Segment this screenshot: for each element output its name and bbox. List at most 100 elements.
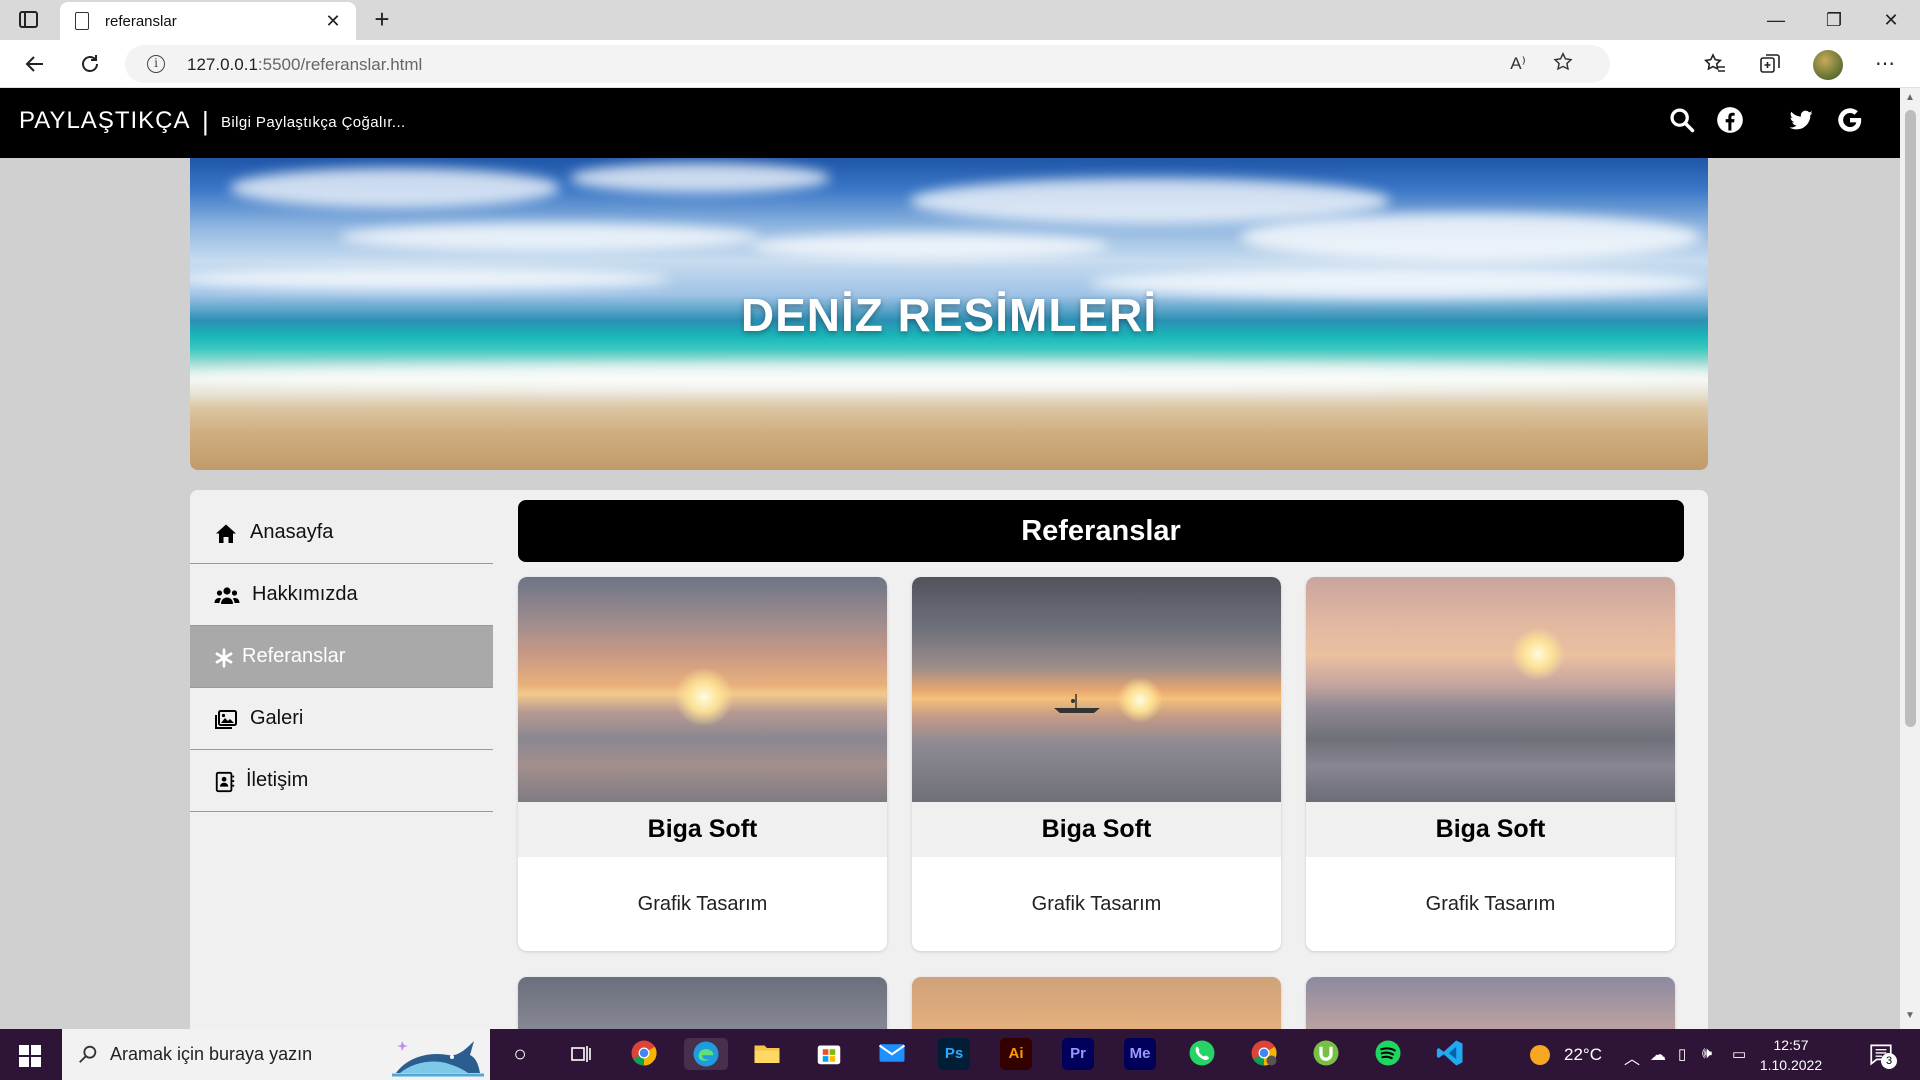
facebook-icon[interactable]	[1716, 106, 1746, 136]
restore-button[interactable]: ❐	[1805, 0, 1863, 40]
site-info-icon[interactable]: i	[147, 55, 165, 73]
new-tab-button[interactable]: +	[367, 4, 397, 34]
scroll-up-icon[interactable]: ▲	[1904, 92, 1916, 106]
sidebar-item-label: Hakkımızda	[252, 583, 358, 605]
search-highlight-whale-icon	[392, 1041, 484, 1077]
hero-banner: DENİZ RESİMLERİ	[190, 158, 1708, 470]
file-explorer-icon[interactable]	[751, 1038, 783, 1070]
spotify-icon[interactable]	[1372, 1038, 1404, 1070]
profile-avatar[interactable]	[1813, 50, 1843, 80]
reference-card-partial[interactable]	[912, 977, 1281, 1029]
onedrive-icon[interactable]: ☁	[1650, 1045, 1666, 1065]
collections-icon[interactable]	[1755, 49, 1785, 79]
premiere-icon[interactable]: Pr	[1062, 1038, 1094, 1070]
sidebar-item-galeri[interactable]: Galeri	[190, 688, 493, 750]
illustrator-icon[interactable]: Ai	[1000, 1038, 1032, 1070]
scrollbar-thumb[interactable]	[1905, 110, 1916, 727]
read-aloud-icon[interactable]: A⁾	[1505, 51, 1531, 77]
sidebar-item-label: İletişim	[246, 769, 309, 791]
clock-date: 1.10.2022	[1759, 1057, 1823, 1073]
contact-card-icon	[215, 771, 235, 793]
photoshop-icon[interactable]: Ps	[938, 1038, 970, 1070]
url-text: 127.0.0.1:5500/referanslar.html	[187, 55, 422, 75]
google-icon[interactable]	[1836, 106, 1866, 136]
images-icon	[215, 710, 237, 729]
card-image-sunset-beach	[518, 577, 887, 802]
sidebar-item-label: Galeri	[250, 707, 304, 729]
refresh-icon[interactable]	[75, 49, 105, 79]
tab-actions-icon[interactable]	[19, 11, 38, 28]
tray-overflow-icon[interactable]: ︿	[1624, 1045, 1640, 1069]
hero-cloud	[750, 233, 1110, 259]
home-icon	[216, 524, 236, 543]
page-icon	[75, 12, 89, 30]
card-subtitle: Grafik Tasarım	[1425, 893, 1556, 915]
close-tab-icon[interactable]: ✕	[320, 8, 346, 34]
search-icon[interactable]	[1668, 106, 1698, 136]
back-icon[interactable]	[20, 49, 50, 79]
main-panel: Anasayfa Hakkımızda Referanslar Galeri İ…	[190, 490, 1708, 1029]
sidebar-nav: Anasayfa Hakkımızda Referanslar Galeri İ…	[190, 502, 493, 812]
edge-icon[interactable]	[684, 1038, 728, 1070]
taskbar-clock[interactable]: 12:57 1.10.2022	[1755, 1035, 1827, 1075]
page-viewport: PAYLAŞTIKÇA | Bilgi Paylaştıkça Çoğalır.…	[0, 88, 1900, 1029]
sun	[1511, 627, 1565, 681]
close-window-button[interactable]: ✕	[1862, 0, 1920, 40]
reference-card[interactable]: Biga Soft Grafik Tasarım	[1306, 577, 1675, 951]
reference-card[interactable]: Biga Soft Grafik Tasarım	[518, 577, 887, 951]
url-host: 127.0.0.1	[187, 55, 258, 74]
windows-start-icon[interactable]	[19, 1045, 41, 1067]
weather-icon[interactable]	[1528, 1043, 1552, 1072]
task-view-icon[interactable]	[565, 1038, 597, 1070]
page-scrollbar[interactable]: ▲ ▼	[1900, 88, 1920, 1029]
search-icon	[79, 1045, 97, 1063]
browser-tab-bar: referanslar ✕ + — ❐ ✕	[0, 0, 1920, 40]
volume-icon[interactable]: 🕪	[1702, 1045, 1712, 1063]
sidebar-item-referanslar[interactable]: Referanslar	[190, 626, 493, 688]
network-icon[interactable]: ▭	[1732, 1045, 1746, 1063]
hero-cloud	[230, 168, 560, 208]
sidebar-item-iletisim[interactable]: İletişim	[190, 750, 493, 812]
battery-icon[interactable]: ▯	[1678, 1045, 1686, 1063]
tab-title: referanslar	[105, 13, 177, 30]
card-title: Biga Soft	[518, 802, 887, 857]
reference-card-partial[interactable]	[1306, 977, 1675, 1029]
sidebar-item-anasayfa[interactable]: Anasayfa	[190, 502, 493, 564]
reference-card-partial[interactable]	[518, 977, 887, 1029]
hero-title: DENİZ RESİMLERİ	[740, 289, 1158, 341]
brand-separator: |	[202, 106, 209, 136]
minimize-button[interactable]: —	[1747, 0, 1805, 40]
taskbar-search-box[interactable]: Aramak için buraya yazın	[62, 1029, 490, 1080]
url-path: :5500/referanslar.html	[257, 55, 423, 74]
more-menu-icon[interactable]: ⋯	[1870, 49, 1900, 79]
sidebar-item-hakkimizda[interactable]: Hakkımızda	[190, 564, 493, 626]
reference-card[interactable]: Biga Soft Grafik Tasarım	[912, 577, 1281, 951]
media-encoder-icon[interactable]: Me	[1124, 1038, 1156, 1070]
windows-taskbar: Aramak için buraya yazın ○ Ps Ai Pr Me 2…	[0, 1029, 1920, 1080]
add-favorite-icon[interactable]	[1550, 51, 1576, 77]
chrome-icon[interactable]	[628, 1038, 660, 1070]
twitter-icon[interactable]	[1787, 106, 1817, 136]
address-bar[interactable]: i 127.0.0.1:5500/referanslar.html A⁾	[125, 45, 1610, 83]
notifications-icon[interactable]: 3	[1868, 1041, 1897, 1072]
boat-silhouette	[1054, 694, 1100, 713]
utorrent-icon[interactable]	[1310, 1038, 1342, 1070]
site-header: PAYLAŞTIKÇA | Bilgi Paylaştıkça Çoğalır.…	[0, 88, 1900, 158]
browser-tab[interactable]: referanslar ✕	[60, 2, 356, 40]
favorites-icon[interactable]	[1700, 49, 1730, 79]
sun	[674, 667, 734, 727]
scroll-down-icon[interactable]: ▼	[1904, 1010, 1916, 1024]
mail-icon[interactable]	[876, 1038, 908, 1070]
clock-time: 12:57	[1773, 1037, 1809, 1053]
card-image-waves-sunset	[1306, 577, 1675, 802]
microsoft-store-icon[interactable]	[813, 1038, 845, 1070]
chrome-profile-icon[interactable]	[1248, 1038, 1280, 1070]
users-icon	[214, 587, 240, 604]
weather-temperature[interactable]: 22°C	[1564, 1045, 1602, 1065]
task-view-cortana-icon[interactable]: ○	[504, 1038, 536, 1070]
whatsapp-icon[interactable]	[1186, 1038, 1218, 1070]
card-title: Biga Soft	[912, 802, 1281, 857]
asterisk-icon	[215, 648, 233, 668]
site-brand[interactable]: PAYLAŞTIKÇA	[19, 107, 191, 135]
vscode-icon[interactable]	[1434, 1038, 1466, 1070]
